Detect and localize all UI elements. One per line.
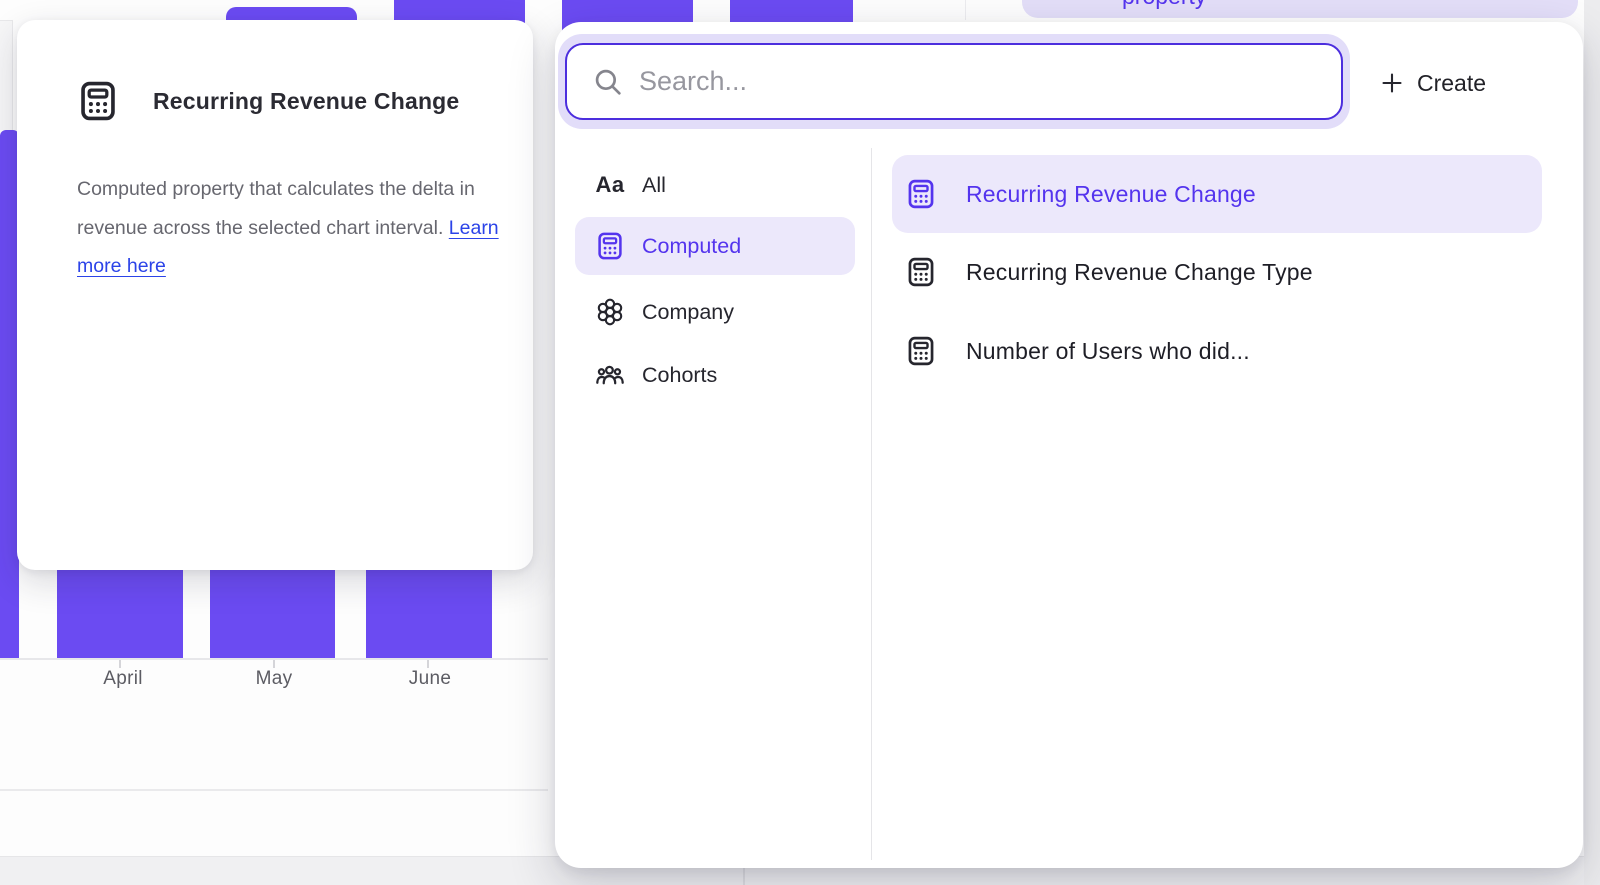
axis-label-may: May [256,668,293,690]
page-right-strip [1584,0,1600,885]
company-cluster-icon [593,295,627,329]
screen: April May June property R [0,0,1600,885]
create-button-label: Create [1417,70,1486,97]
tooltip-title: Recurring Revenue Change [153,88,459,115]
create-button[interactable]: Create [1370,57,1496,109]
search-focus-ring [558,34,1350,129]
result-label: Number of Users who did... [966,338,1250,365]
category-label: Cohorts [642,363,717,388]
background-panel-corner [0,20,13,130]
category-company[interactable]: Company [575,283,855,341]
axis-label-june: June [409,668,451,690]
calculator-icon [904,334,938,368]
background-panel-edge [965,0,966,20]
calculator-icon [904,255,938,289]
result-number-of-users-who-did[interactable]: Number of Users who did... [892,312,1542,390]
tooltip-header: Recurring Revenue Change [75,78,459,124]
calculator-icon [904,177,938,211]
axis-tick [273,660,275,668]
search-input[interactable] [639,66,1325,97]
category-label: All [642,173,666,198]
calculator-icon [75,78,121,124]
cohorts-people-icon [593,358,627,392]
axis-label-april: April [103,668,143,690]
category-computed[interactable]: Computed [575,217,855,275]
axis-tick [119,660,121,668]
modal-divider [871,148,872,860]
category-all[interactable]: Aa All [575,156,855,214]
category-cohorts[interactable]: Cohorts [575,346,855,404]
clipped-dropdown-row[interactable]: property [1022,0,1578,18]
plus-icon [1380,71,1404,95]
result-label: Recurring Revenue Change Type [966,259,1313,286]
result-recurring-revenue-change-type[interactable]: Recurring Revenue Change Type [892,233,1542,311]
text-format-icon: Aa [593,168,627,202]
property-select-modal: Create Aa All Computed [555,22,1583,868]
calculator-icon [593,229,627,263]
search-icon [591,65,625,99]
axis-tick [427,660,429,668]
property-tooltip-card: Recurring Revenue Change Computed proper… [17,20,533,570]
category-label: Computed [642,234,741,259]
search-box[interactable] [565,43,1343,120]
chart-bottom-border [0,789,548,791]
category-label: Company [642,300,734,325]
result-label: Recurring Revenue Change [966,181,1256,208]
tooltip-description: Computed property that calculates the de… [77,170,513,286]
result-recurring-revenue-change[interactable]: Recurring Revenue Change [892,155,1542,233]
clipped-dropdown-text: property [1122,0,1206,10]
